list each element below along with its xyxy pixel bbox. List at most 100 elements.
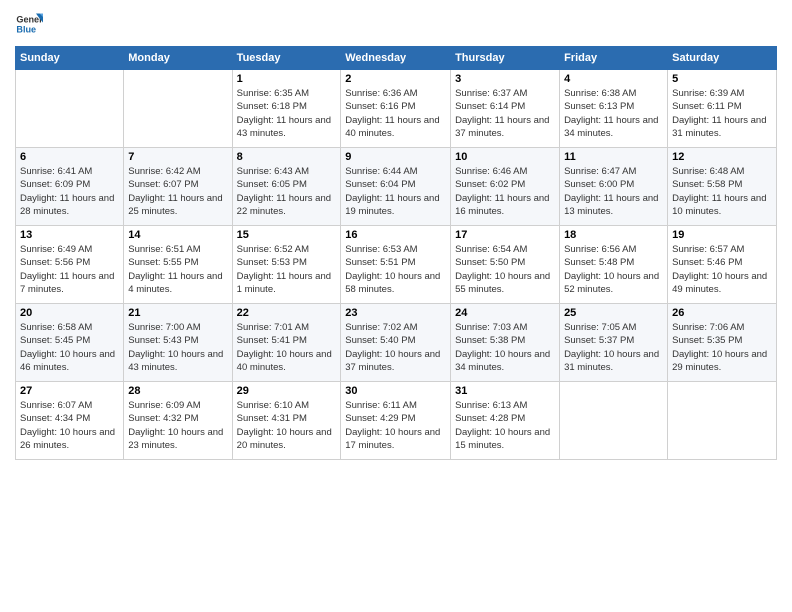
day-number: 23	[345, 307, 446, 319]
day-info: Sunrise: 6:09 AMSunset: 4:32 PMDaylight:…	[128, 399, 227, 452]
day-info: Sunrise: 6:38 AMSunset: 6:13 PMDaylight:…	[564, 87, 663, 140]
calendar-cell: 29 Sunrise: 6:10 AMSunset: 4:31 PMDayligh…	[232, 382, 341, 460]
calendar-cell: 19Sunrise: 6:57 AMSunset: 5:46 PMDayligh…	[668, 226, 777, 304]
weekday-header-saturday: Saturday	[668, 47, 777, 70]
weekday-header-row: SundayMondayTuesdayWednesdayThursdayFrid…	[16, 47, 777, 70]
weekday-header-monday: Monday	[124, 47, 232, 70]
calendar-cell: 14 Sunrise: 6:51 AMSunset: 5:55 PMDayligh…	[124, 226, 232, 304]
calendar-cell	[668, 382, 777, 460]
svg-text:Blue: Blue	[16, 24, 36, 34]
day-info: Sunrise: 6:37 AMSunset: 6:14 PMDaylight:…	[455, 87, 555, 140]
calendar-cell: 17 Sunrise: 6:54 AMSunset: 5:50 PMDayligh…	[451, 226, 560, 304]
calendar-header: SundayMondayTuesdayWednesdayThursdayFrid…	[16, 47, 777, 70]
calendar-cell: 1 Sunrise: 6:35 AMSunset: 6:18 PMDaylight…	[232, 70, 341, 148]
day-number: 12	[672, 151, 772, 163]
calendar-week-2: 6 Sunrise: 6:41 AMSunset: 6:09 PMDaylight…	[16, 148, 777, 226]
day-number: 10	[455, 151, 555, 163]
calendar-cell: 12Sunrise: 6:48 AMSunset: 5:58 PMDayligh…	[668, 148, 777, 226]
calendar-cell: 26 Sunrise: 7:06 AMSunset: 5:35 PMDayligh…	[668, 304, 777, 382]
calendar-cell: 9 Sunrise: 6:44 AMSunset: 6:04 PMDaylight…	[341, 148, 451, 226]
calendar-cell: 16Sunrise: 6:53 AMSunset: 5:51 PMDayligh…	[341, 226, 451, 304]
calendar-cell: 2 Sunrise: 6:36 AMSunset: 6:16 PMDaylight…	[341, 70, 451, 148]
day-info: Sunrise: 6:35 AMSunset: 6:18 PMDaylight:…	[237, 87, 337, 140]
calendar-week-4: 20 Sunrise: 6:58 AMSunset: 5:45 PMDayligh…	[16, 304, 777, 382]
calendar-cell: 18Sunrise: 6:56 AMSunset: 5:48 PMDayligh…	[560, 226, 668, 304]
calendar-cell: 20 Sunrise: 6:58 AMSunset: 5:45 PMDayligh…	[16, 304, 124, 382]
calendar-cell	[560, 382, 668, 460]
day-number: 17	[455, 229, 555, 241]
day-info: Sunrise: 7:01 AMSunset: 5:41 PMDaylight:…	[237, 321, 337, 374]
day-number: 29	[237, 385, 337, 397]
day-info: Sunrise: 6:43 AMSunset: 6:05 PMDaylight:…	[237, 165, 337, 218]
day-info: Sunrise: 6:52 AMSunset: 5:53 PMDaylight:…	[237, 243, 337, 296]
day-info: Sunrise: 6:36 AMSunset: 6:16 PMDaylight:…	[345, 87, 446, 140]
day-info: Sunrise: 6:54 AMSunset: 5:50 PMDaylight:…	[455, 243, 555, 296]
day-number: 21	[128, 307, 227, 319]
weekday-header-friday: Friday	[560, 47, 668, 70]
day-number: 24	[455, 307, 555, 319]
calendar-table: SundayMondayTuesdayWednesdayThursdayFrid…	[15, 46, 777, 460]
weekday-header-thursday: Thursday	[451, 47, 560, 70]
day-info: Sunrise: 6:41 AMSunset: 6:09 PMDaylight:…	[20, 165, 119, 218]
day-info: Sunrise: 6:58 AMSunset: 5:45 PMDaylight:…	[20, 321, 119, 374]
day-info: Sunrise: 7:05 AMSunset: 5:37 PMDaylight:…	[564, 321, 663, 374]
calendar-cell: 7 Sunrise: 6:42 AMSunset: 6:07 PMDaylight…	[124, 148, 232, 226]
calendar-cell: 21 Sunrise: 7:00 AMSunset: 5:43 PMDayligh…	[124, 304, 232, 382]
calendar-cell: 3 Sunrise: 6:37 AMSunset: 6:14 PMDaylight…	[451, 70, 560, 148]
day-number: 9	[345, 151, 446, 163]
calendar-cell: 6 Sunrise: 6:41 AMSunset: 6:09 PMDaylight…	[16, 148, 124, 226]
day-number: 6	[20, 151, 119, 163]
day-info: Sunrise: 6:44 AMSunset: 6:04 PMDaylight:…	[345, 165, 446, 218]
calendar-cell: 28 Sunrise: 6:09 AMSunset: 4:32 PMDayligh…	[124, 382, 232, 460]
day-info: Sunrise: 7:03 AMSunset: 5:38 PMDaylight:…	[455, 321, 555, 374]
day-number: 26	[672, 307, 772, 319]
calendar-cell: 30 Sunrise: 6:11 AMSunset: 4:29 PMDayligh…	[341, 382, 451, 460]
day-number: 15	[237, 229, 337, 241]
calendar-cell: 22 Sunrise: 7:01 AMSunset: 5:41 PMDayligh…	[232, 304, 341, 382]
day-number: 20	[20, 307, 119, 319]
day-number: 31	[455, 385, 555, 397]
calendar-cell: 24 Sunrise: 7:03 AMSunset: 5:38 PMDayligh…	[451, 304, 560, 382]
day-number: 28	[128, 385, 227, 397]
calendar-week-1: 1 Sunrise: 6:35 AMSunset: 6:18 PMDaylight…	[16, 70, 777, 148]
day-number: 14	[128, 229, 227, 241]
day-info: Sunrise: 6:07 AMSunset: 4:34 PMDaylight:…	[20, 399, 119, 452]
logo-icon: General Blue	[15, 10, 43, 38]
day-number: 3	[455, 73, 555, 85]
calendar-cell: 25 Sunrise: 7:05 AMSunset: 5:37 PMDayligh…	[560, 304, 668, 382]
calendar-cell: 5Sunrise: 6:39 AMSunset: 6:11 PMDaylight…	[668, 70, 777, 148]
day-number: 25	[564, 307, 663, 319]
header: General Blue	[15, 10, 777, 38]
calendar-cell: 4 Sunrise: 6:38 AMSunset: 6:13 PMDaylight…	[560, 70, 668, 148]
day-info: Sunrise: 6:13 AMSunset: 4:28 PMDaylight:…	[455, 399, 555, 452]
day-number: 7	[128, 151, 227, 163]
day-number: 30	[345, 385, 446, 397]
day-number: 1	[237, 73, 337, 85]
day-number: 16	[345, 229, 446, 241]
day-number: 27	[20, 385, 119, 397]
calendar-cell	[16, 70, 124, 148]
calendar-cell: 15 Sunrise: 6:52 AMSunset: 5:53 PMDayligh…	[232, 226, 341, 304]
day-info: Sunrise: 7:02 AMSunset: 5:40 PMDaylight:…	[345, 321, 446, 374]
day-info: Sunrise: 6:56 AMSunset: 5:48 PMDaylight:…	[564, 243, 663, 296]
day-number: 8	[237, 151, 337, 163]
day-info: Sunrise: 7:06 AMSunset: 5:35 PMDaylight:…	[672, 321, 772, 374]
day-info: Sunrise: 6:11 AMSunset: 4:29 PMDaylight:…	[345, 399, 446, 452]
day-number: 2	[345, 73, 446, 85]
day-info: Sunrise: 6:42 AMSunset: 6:07 PMDaylight:…	[128, 165, 227, 218]
day-number: 22	[237, 307, 337, 319]
calendar-cell: 11Sunrise: 6:47 AMSunset: 6:00 PMDayligh…	[560, 148, 668, 226]
day-info: Sunrise: 6:46 AMSunset: 6:02 PMDaylight:…	[455, 165, 555, 218]
day-number: 19	[672, 229, 772, 241]
calendar-body: 1 Sunrise: 6:35 AMSunset: 6:18 PMDaylight…	[16, 70, 777, 460]
calendar-week-5: 27 Sunrise: 6:07 AMSunset: 4:34 PMDayligh…	[16, 382, 777, 460]
calendar-cell: 10 Sunrise: 6:46 AMSunset: 6:02 PMDayligh…	[451, 148, 560, 226]
calendar-cell	[124, 70, 232, 148]
day-number: 13	[20, 229, 119, 241]
day-info: Sunrise: 6:51 AMSunset: 5:55 PMDaylight:…	[128, 243, 227, 296]
day-info: Sunrise: 7:00 AMSunset: 5:43 PMDaylight:…	[128, 321, 227, 374]
day-info: Sunrise: 6:10 AMSunset: 4:31 PMDaylight:…	[237, 399, 337, 452]
day-number: 5	[672, 73, 772, 85]
weekday-header-wednesday: Wednesday	[341, 47, 451, 70]
day-number: 4	[564, 73, 663, 85]
